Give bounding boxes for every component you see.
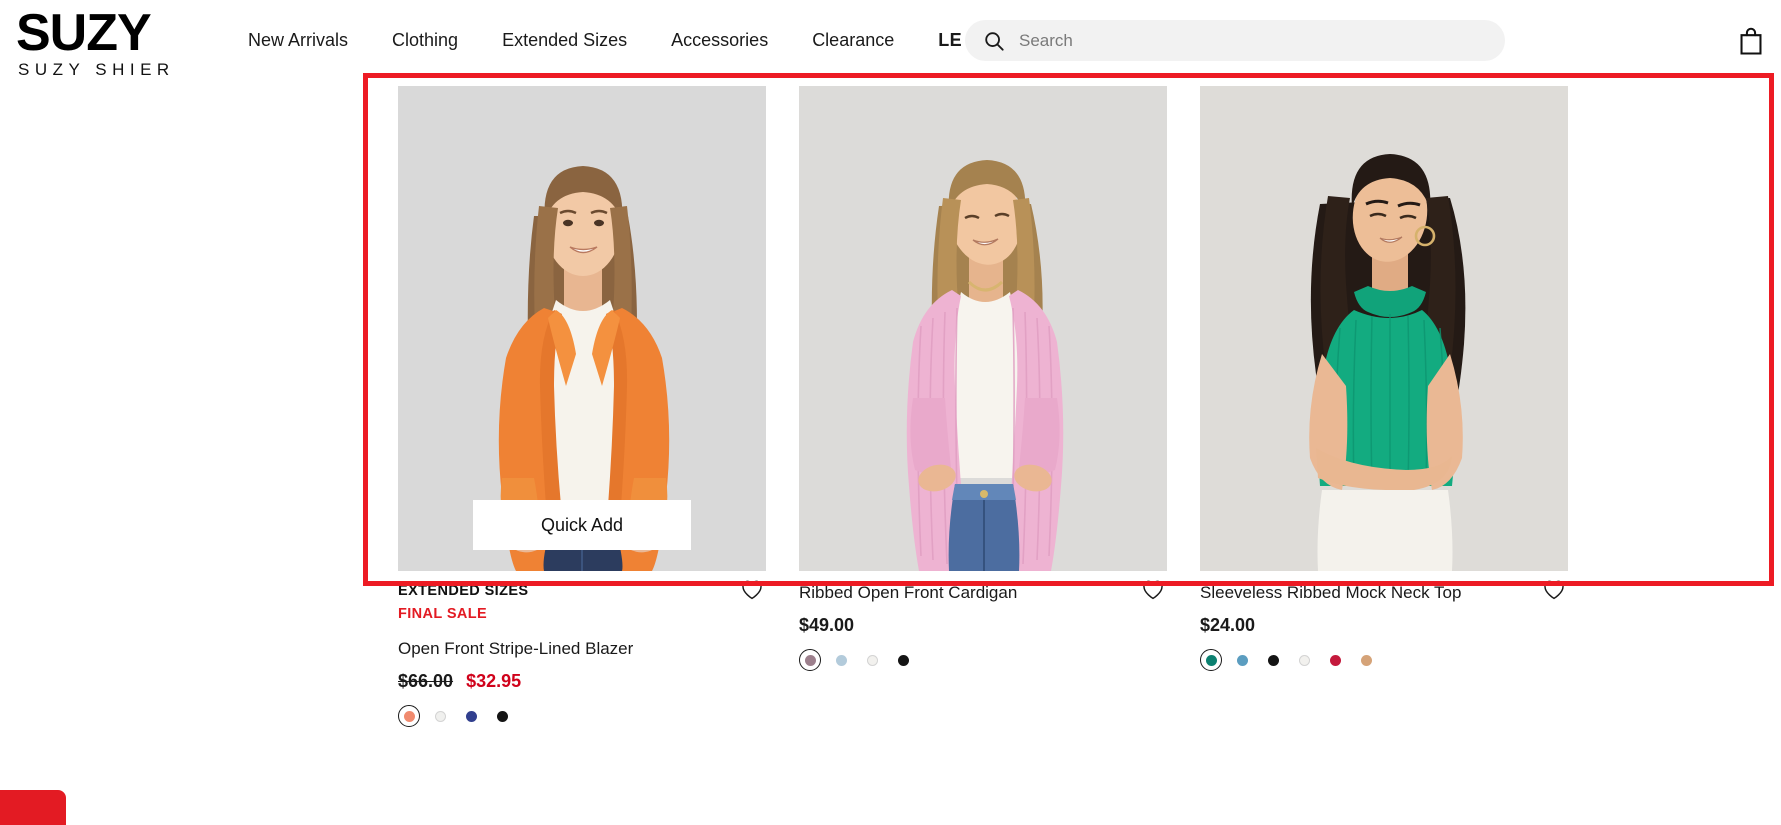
nav-new-arrivals[interactable]: New Arrivals <box>248 28 348 52</box>
swatch-color <box>1267 654 1279 666</box>
product-info: Ribbed Open Front Cardigan $49.00 <box>799 571 1167 671</box>
product-price: $49.00 <box>799 615 855 635</box>
swatch-color <box>403 710 415 722</box>
product-price: $24.00 <box>1200 615 1256 635</box>
nav-clearance[interactable]: Clearance <box>812 28 894 52</box>
swatch-option-1[interactable] <box>429 705 451 727</box>
heart-icon[interactable] <box>1543 579 1565 601</box>
main-navigation: New Arrivals Clothing Extended Sizes Acc… <box>248 19 1058 52</box>
swatch-color <box>465 710 477 722</box>
search-icon <box>983 30 1005 52</box>
brand-logo-main: SUZY <box>16 4 152 62</box>
original-price: $66.00 <box>398 671 454 691</box>
product-info: EXTENDED SIZES FINAL SALE Open Front Str… <box>398 571 766 727</box>
page-root: SUZY SUZY SHIER New Arrivals Clothing Ex… <box>0 0 1781 825</box>
product-title[interactable]: Ribbed Open Front Cardigan <box>799 581 1167 605</box>
nav-clothing[interactable]: Clothing <box>392 28 458 52</box>
swatch-option-0[interactable] <box>799 649 821 671</box>
swatch-option-0[interactable] <box>398 705 420 727</box>
swatch-option-4[interactable] <box>1324 649 1346 671</box>
color-swatches <box>799 649 1167 671</box>
product-info: Sleeveless Ribbed Mock Neck Top $24.00 <box>1200 571 1568 671</box>
shopping-bag-icon[interactable] <box>1738 27 1764 55</box>
badge-extended-sizes: EXTENDED SIZES <box>398 583 529 599</box>
product-image-mock-neck-top[interactable] <box>1200 86 1568 571</box>
swatch-option-2[interactable] <box>861 649 883 671</box>
swatch-color <box>897 654 909 666</box>
brand-logo-sub: SUZY SHIER <box>18 60 175 79</box>
product-card: Quick Add EXTENDED SIZES FINAL SALE Open… <box>398 86 766 727</box>
heart-icon[interactable] <box>1142 579 1164 601</box>
color-swatches <box>1200 649 1568 671</box>
product-image-blazer[interactable]: Quick Add <box>398 86 766 571</box>
swatch-color <box>434 710 446 722</box>
swatch-color <box>496 710 508 722</box>
product-card: Ribbed Open Front Cardigan $49.00 <box>799 86 1167 727</box>
search-input[interactable] <box>1019 20 1487 61</box>
swatch-option-2[interactable] <box>1262 649 1284 671</box>
swatch-color <box>804 654 816 666</box>
swatch-option-1[interactable] <box>830 649 852 671</box>
swatch-option-5[interactable] <box>1355 649 1377 671</box>
badge-final-sale: FINAL SALE <box>398 606 488 622</box>
swatch-color <box>1236 654 1248 666</box>
product-title[interactable]: Sleeveless Ribbed Mock Neck Top <box>1200 581 1568 605</box>
swatch-option-3[interactable] <box>491 705 513 727</box>
swatch-color <box>1329 654 1341 666</box>
sale-price: $32.95 <box>466 671 522 691</box>
product-grid: Quick Add EXTENDED SIZES FINAL SALE Open… <box>398 86 1768 727</box>
swatch-color <box>1360 654 1372 666</box>
swatch-color <box>1205 654 1217 666</box>
chat-widget[interactable] <box>0 790 66 825</box>
heart-icon[interactable] <box>741 579 763 601</box>
product-card: Sleeveless Ribbed Mock Neck Top $24.00 <box>1200 86 1568 727</box>
price-row: $66.00 $32.95 <box>398 671 766 692</box>
search-bar[interactable] <box>965 20 1505 61</box>
swatch-option-3[interactable] <box>892 649 914 671</box>
swatch-option-3[interactable] <box>1293 649 1315 671</box>
product-title[interactable]: Open Front Stripe-Lined Blazer <box>398 637 766 661</box>
nav-accessories[interactable]: Accessories <box>671 28 768 52</box>
brand-logo[interactable]: SUZY SUZY SHIER <box>16 6 266 80</box>
swatch-color <box>866 654 878 666</box>
quick-add-button[interactable]: Quick Add <box>473 500 691 550</box>
color-swatches <box>398 705 766 727</box>
swatch-option-2[interactable] <box>460 705 482 727</box>
swatch-option-1[interactable] <box>1231 649 1253 671</box>
site-header: SUZY SUZY SHIER New Arrivals Clothing Ex… <box>0 0 1781 90</box>
swatch-color <box>1298 654 1310 666</box>
product-image-cardigan[interactable] <box>799 86 1167 571</box>
swatch-option-0[interactable] <box>1200 649 1222 671</box>
nav-extended-sizes[interactable]: Extended Sizes <box>502 28 627 52</box>
swatch-color <box>835 654 847 666</box>
